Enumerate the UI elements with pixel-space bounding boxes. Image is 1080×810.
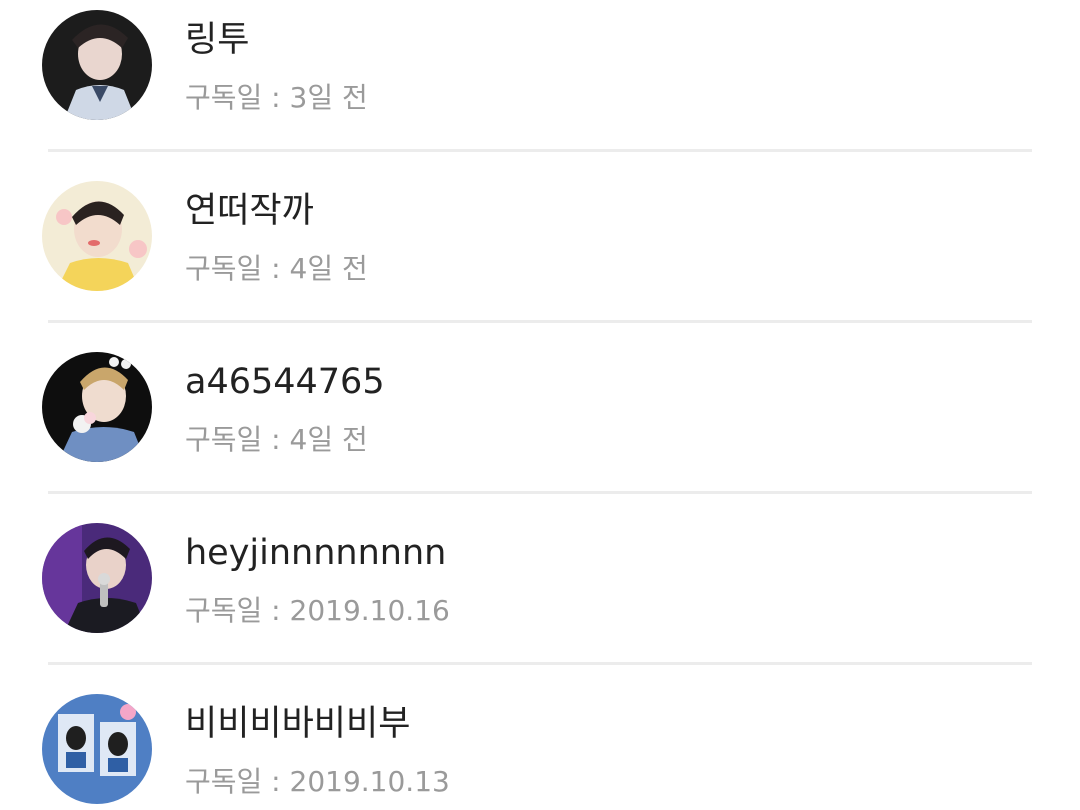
subscribed-date: 구독일 : 2019.10.16 <box>185 594 450 627</box>
subscribed-date: 구독일 : 3일 전 <box>185 81 368 114</box>
avatar[interactable] <box>42 181 152 291</box>
subscriber-list: 링투 구독일 : 3일 전 연떠작까 구독일 : 4일 전 a46544765 … <box>0 0 1080 810</box>
subscriber-row[interactable]: heyjinnnnnnnn 구독일 : 2019.10.16 <box>0 513 1080 663</box>
divider <box>48 320 1032 323</box>
divider <box>48 662 1032 665</box>
user-photo-icon <box>42 523 152 633</box>
avatar[interactable] <box>42 352 152 462</box>
user-photo-icon <box>42 694 152 804</box>
subscriber-name: 비비비바비비부 <box>185 704 411 744</box>
subscribed-date: 구독일 : 4일 전 <box>185 252 368 285</box>
subscribed-date: 구독일 : 4일 전 <box>185 423 368 456</box>
subscribed-date: 구독일 : 2019.10.13 <box>185 765 450 798</box>
subscriber-name: 연떠작까 <box>185 191 314 231</box>
subscriber-row[interactable]: 링투 구독일 : 3일 전 <box>0 0 1080 150</box>
user-photo-icon <box>42 10 152 120</box>
divider <box>48 491 1032 494</box>
user-photo-icon <box>42 181 152 291</box>
subscriber-row[interactable]: 비비비바비비부 구독일 : 2019.10.13 <box>0 684 1080 810</box>
subscriber-row[interactable]: 연떠작까 구독일 : 4일 전 <box>0 171 1080 321</box>
subscriber-name: heyjinnnnnnnn <box>185 533 447 573</box>
subscriber-name: 링투 <box>185 20 250 60</box>
user-photo-icon <box>42 352 152 462</box>
subscriber-row[interactable]: a46544765 구독일 : 4일 전 <box>0 342 1080 492</box>
avatar[interactable] <box>42 694 152 804</box>
divider <box>48 149 1032 152</box>
avatar[interactable] <box>42 10 152 120</box>
avatar[interactable] <box>42 523 152 633</box>
subscriber-name: a46544765 <box>185 362 385 402</box>
